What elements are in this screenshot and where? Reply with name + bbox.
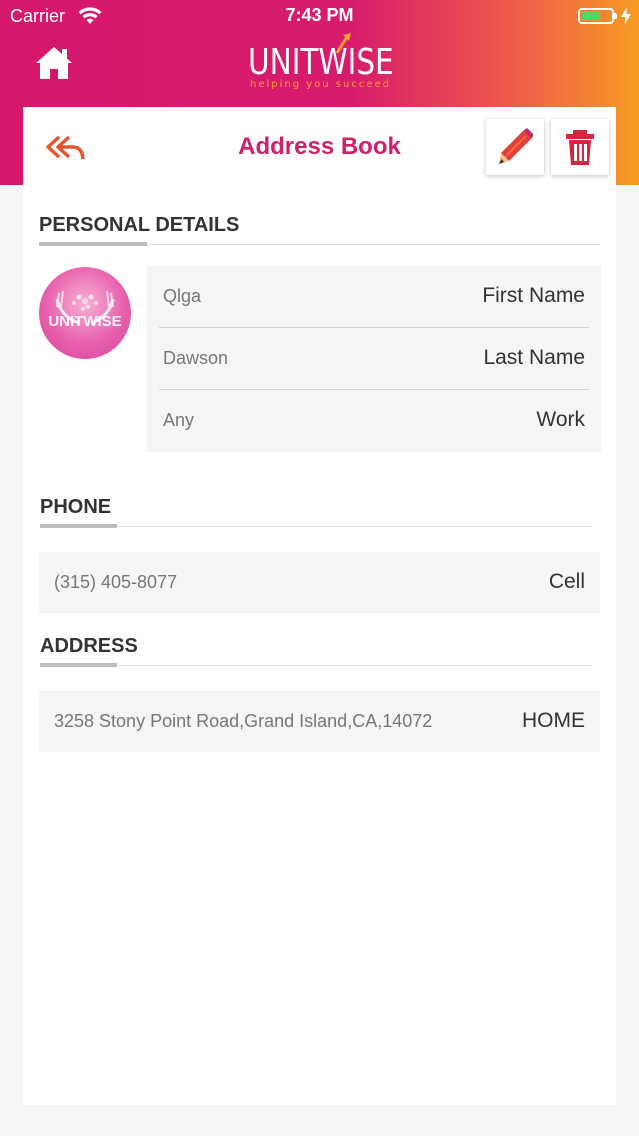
logo-tagline: helping you succeed <box>250 79 392 90</box>
first-name-label: First Name <box>482 284 585 307</box>
edit-button[interactable] <box>486 119 544 175</box>
first-name-row[interactable]: Qlga First Name <box>159 266 589 327</box>
address-item[interactable]: 3258 Stony Point Road,Grand Island,CA,14… <box>39 691 600 752</box>
clock: 7:43 PM <box>285 5 354 25</box>
pencil-icon <box>499 128 533 164</box>
address-book-card: Address Book PERSONAL DETAILS UNITWISE Q… <box>23 107 616 1105</box>
personal-details-box: Qlga First Name Dawson Last Name Any Wor… <box>147 266 601 452</box>
personal-details-heading: PERSONAL DETAILS <box>39 214 240 236</box>
unitwise-logo: UNITWISE helping you succeed <box>240 32 400 92</box>
phone-heading: PHONE <box>40 496 112 518</box>
logo-wordmark: UNITWISE <box>248 42 394 83</box>
personal-details-underline <box>39 242 147 246</box>
first-name-value: Qlga <box>163 286 202 306</box>
work-value: Any <box>163 410 195 430</box>
avatar-logo-text: UNITWISE <box>48 313 122 330</box>
logo-arrow-icon <box>335 33 351 54</box>
address-text: 3258 Stony Point Road,Grand Island,CA,14… <box>54 711 433 731</box>
address-heading: ADDRESS <box>40 635 138 657</box>
battery-icon <box>578 8 614 24</box>
trash-icon <box>566 130 594 165</box>
battery-tip <box>614 13 617 19</box>
phone-item[interactable]: (315) 405-8077 Cell <box>39 552 600 613</box>
phone-underline <box>40 524 117 528</box>
phone-number: (315) 405-8077 <box>54 572 178 592</box>
phone-divider <box>40 526 592 527</box>
delete-button[interactable] <box>551 119 609 175</box>
work-label: Work <box>536 408 585 431</box>
battery-level <box>582 12 599 20</box>
home-icon[interactable] <box>34 44 74 82</box>
address-divider <box>40 665 592 666</box>
last-name-label: Last Name <box>483 346 585 369</box>
status-bar: Carrier 7:43 PM <box>0 0 639 34</box>
work-row[interactable]: Any Work <box>159 390 589 451</box>
phone-type-label: Cell <box>548 570 585 593</box>
last-name-row[interactable]: Dawson Last Name <box>159 328 589 389</box>
address-type-label: HOME <box>522 709 585 732</box>
avatar[interactable]: UNITWISE <box>39 267 131 359</box>
last-name-value: Dawson <box>163 348 229 368</box>
titlebar: Address Book <box>23 107 616 185</box>
charging-bolt-icon <box>621 7 631 25</box>
address-underline <box>40 663 117 667</box>
